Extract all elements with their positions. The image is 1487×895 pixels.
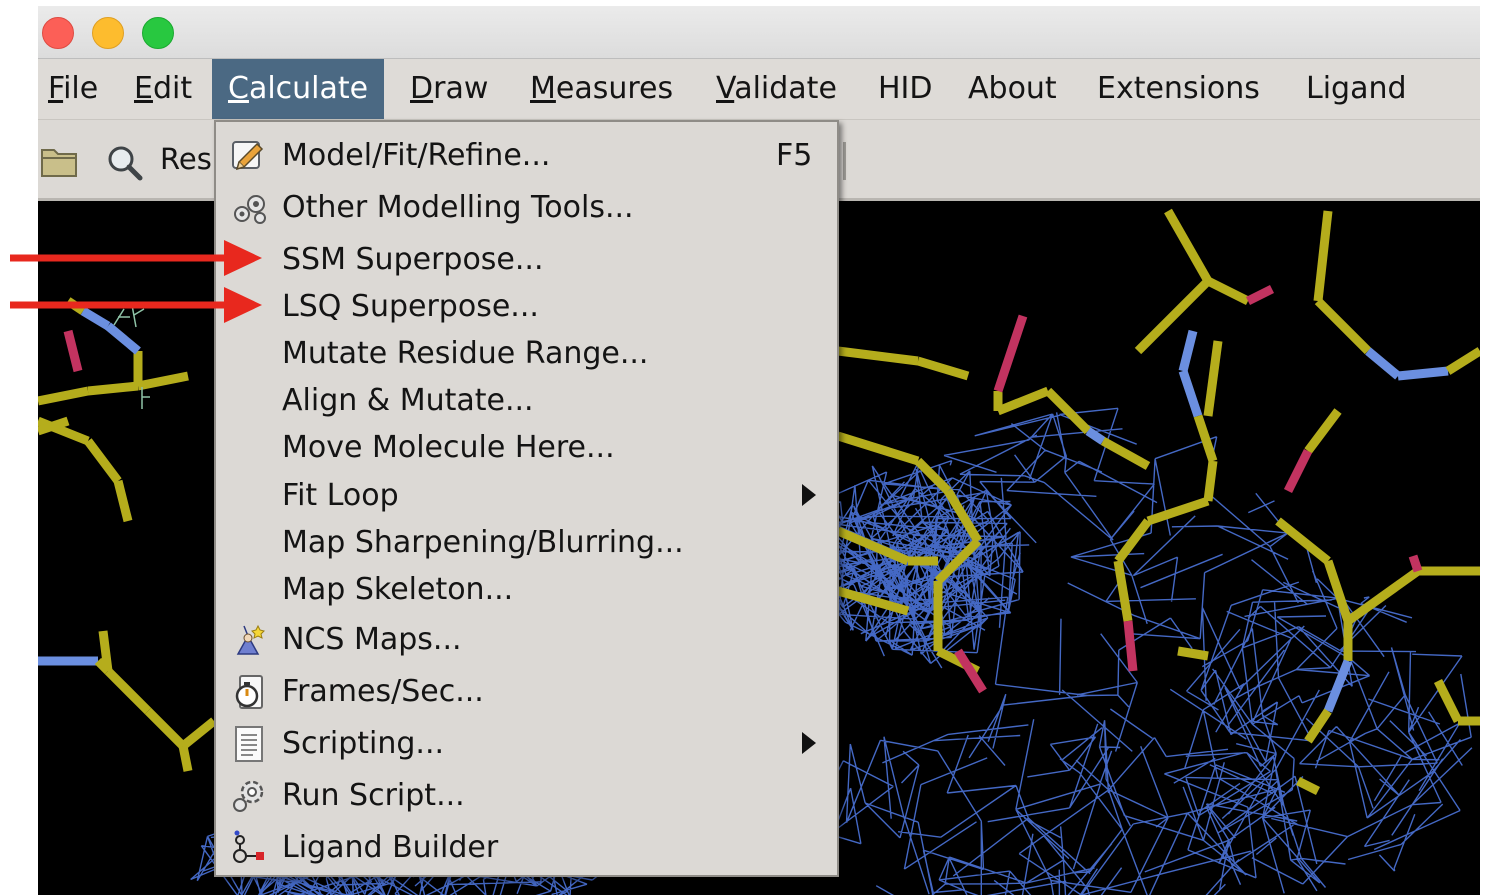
red-annotation-arrow-ssm xyxy=(10,240,262,276)
red-annotation-arrow-lsq xyxy=(10,287,262,323)
annotation-overlay xyxy=(10,240,262,323)
